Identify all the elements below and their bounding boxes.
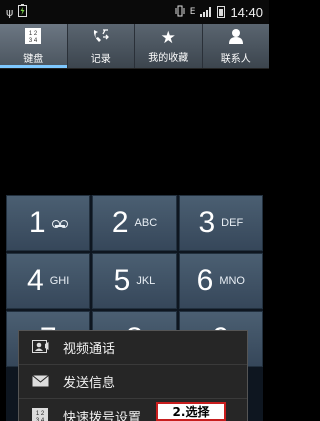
key-letters: DEF — [221, 217, 244, 229]
key-letters: ABC — [134, 217, 158, 229]
menu-item-label: 发送信息 — [63, 376, 116, 391]
tab-label: 键盘 — [23, 53, 44, 65]
battery-charging-icon — [18, 4, 28, 20]
key-letters: MNO — [219, 275, 245, 287]
svg-text:1 2: 1 2 — [29, 31, 38, 37]
call-log-icon — [92, 28, 110, 48]
menu-item-label: 快速拨号设置 — [63, 410, 142, 421]
tab-bar: 1 23 4 键盘 记录 ★ 我的收藏 联系人 — [0, 24, 269, 69]
status-left: ψ — [6, 4, 28, 20]
video-call-icon — [31, 340, 49, 356]
tab-favorites[interactable]: ★ 我的收藏 — [135, 24, 203, 68]
key-digit: 1 — [28, 206, 46, 239]
tab-keypad[interactable]: 1 23 4 键盘 — [0, 24, 68, 68]
svg-text:3 4: 3 4 — [29, 38, 38, 44]
menu-item-label: 视频通话 — [63, 342, 116, 357]
tab-label: 联系人 — [220, 53, 251, 65]
key-digit: 3 — [198, 206, 216, 239]
menu-item-send-message[interactable]: 发送信息 — [19, 365, 247, 399]
vibrate-icon — [175, 5, 185, 20]
voicemail-icon — [51, 219, 68, 228]
key-digit: 2 — [111, 206, 129, 239]
key-letters: GHI — [49, 275, 70, 287]
speed-dial-icon: 1 23 4 — [31, 408, 49, 421]
usb-icon: ψ — [6, 5, 14, 19]
key-2[interactable]: 2 ABC — [92, 195, 177, 251]
key-5[interactable]: 5 JKL — [92, 253, 177, 309]
status-bar: ψ E 14:40 — [0, 0, 269, 24]
key-digit: 5 — [113, 264, 131, 297]
key-digit: 4 — [27, 264, 44, 297]
message-icon — [31, 374, 49, 390]
star-icon: ★ — [160, 27, 176, 48]
tab-label: 我的收藏 — [148, 52, 189, 64]
key-3[interactable]: 3 DEF — [178, 195, 263, 251]
status-right: E 14:40 — [175, 5, 263, 20]
number-display — [0, 69, 269, 195]
keypad-icon: 1 23 4 — [25, 27, 42, 48]
status-time: 14:40 — [230, 4, 263, 20]
key-6[interactable]: 6 MNO — [178, 253, 263, 309]
key-digit: 6 — [196, 264, 214, 297]
key-4[interactable]: 4 GHI — [6, 253, 91, 309]
tab-contacts[interactable]: 联系人 — [203, 24, 270, 68]
tab-label: 记录 — [90, 53, 111, 65]
battery-icon — [217, 6, 226, 18]
contact-icon — [228, 28, 244, 48]
svg-text:1 2: 1 2 — [36, 411, 45, 417]
tab-call-log[interactable]: 记录 — [68, 24, 135, 68]
key-letters: JKL — [136, 275, 156, 287]
data-e-icon: E — [189, 7, 196, 17]
menu-item-video-call[interactable]: 视频通话 — [19, 331, 247, 365]
key-1[interactable]: 1 — [6, 195, 91, 251]
signal-icon — [200, 7, 212, 17]
annotation-callout: 2.选择 — [156, 402, 226, 421]
